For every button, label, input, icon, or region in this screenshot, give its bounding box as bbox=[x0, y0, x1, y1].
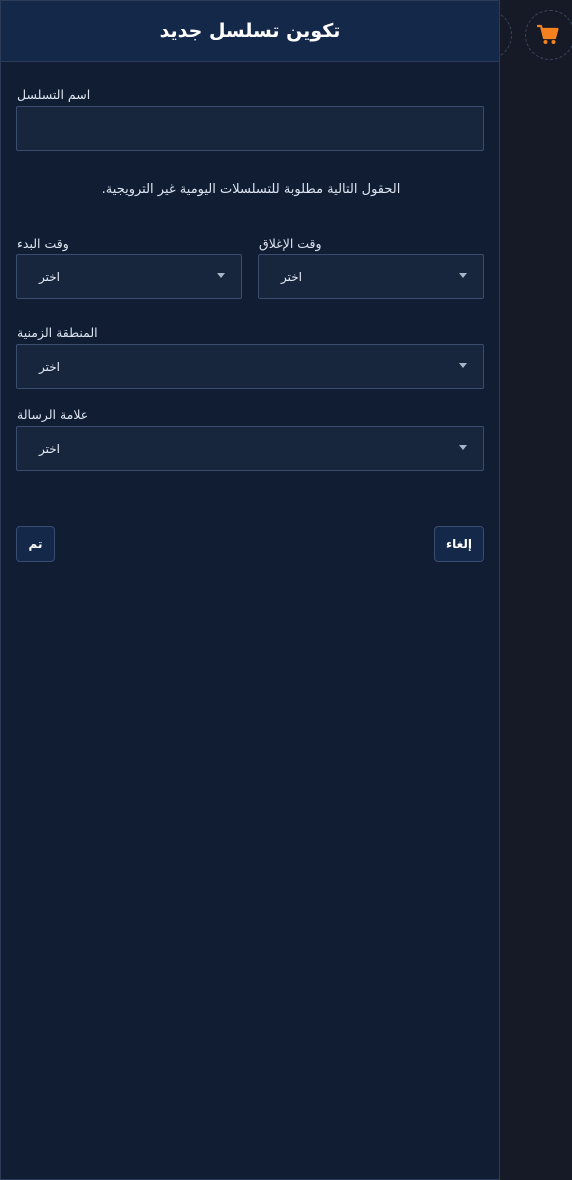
chevron-down-icon bbox=[459, 444, 467, 450]
background-strip bbox=[500, 0, 572, 1180]
chevron-down-icon bbox=[217, 272, 225, 278]
sequence-name-label: اسم التسلسل bbox=[17, 87, 91, 102]
start-time-label: وقت البدء bbox=[17, 236, 69, 251]
panel-title: تكوين تسلسل جديد bbox=[159, 20, 341, 42]
close-time-value: اختر bbox=[281, 269, 302, 284]
message-tag-label: علامة الرسالة bbox=[17, 407, 89, 422]
chevron-down-icon bbox=[459, 362, 467, 368]
start-time-value: اختر bbox=[39, 269, 60, 284]
shopping-cart-icon bbox=[537, 24, 559, 44]
start-time-select[interactable]: اختر bbox=[16, 254, 242, 299]
done-button[interactable]: تم bbox=[16, 526, 55, 562]
chevron-down-icon bbox=[459, 272, 467, 278]
panel-header: تكوين تسلسل جديد bbox=[1, 1, 499, 62]
create-sequence-panel: تكوين تسلسل جديد اسم التسلسل .الحقول الت… bbox=[0, 0, 500, 1180]
cancel-button[interactable]: إلغاء bbox=[434, 526, 484, 562]
message-tag-select[interactable]: اختر bbox=[16, 426, 484, 471]
close-time-select[interactable]: اختر bbox=[258, 254, 484, 299]
close-time-label: وقت الإغلاق bbox=[259, 236, 322, 251]
message-tag-value: اختر bbox=[39, 441, 60, 456]
required-fields-note: .الحقول التالية مطلوبة للتسلسلات اليومية… bbox=[101, 182, 401, 197]
sequence-name-input[interactable] bbox=[16, 106, 484, 151]
timezone-select[interactable]: اختر bbox=[16, 344, 484, 389]
cart-button[interactable] bbox=[525, 10, 572, 60]
timezone-label: المنطقة الزمنية bbox=[17, 325, 98, 340]
timezone-value: اختر bbox=[39, 359, 60, 374]
